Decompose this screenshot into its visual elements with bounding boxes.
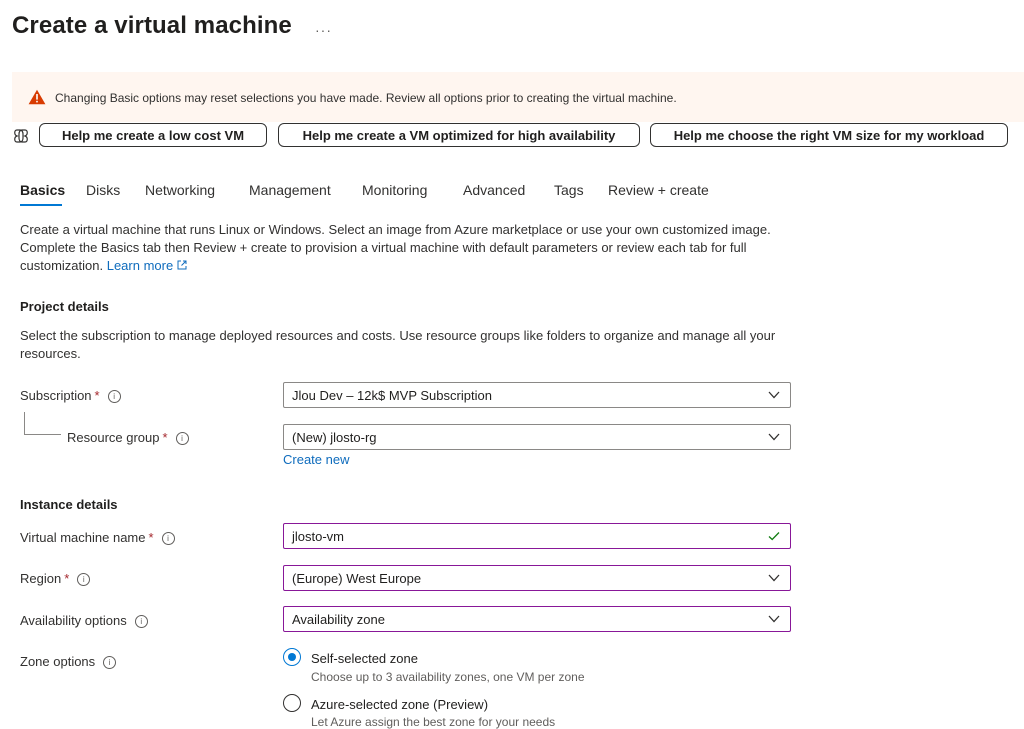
- zone-options-label: Zone options i: [20, 654, 117, 669]
- tab-monitoring[interactable]: Monitoring: [362, 182, 427, 198]
- info-icon[interactable]: i: [134, 615, 148, 628]
- copilot-vm-size-button[interactable]: Help me choose the right VM size for my …: [650, 123, 1008, 147]
- copilot-high-availability-button[interactable]: Help me create a VM optimized for high a…: [278, 123, 640, 147]
- info-icon[interactable]: i: [175, 432, 189, 445]
- resource-group-dropdown[interactable]: (New) jlosto-rg: [283, 424, 791, 450]
- hierarchy-connector: [24, 412, 61, 435]
- info-icon[interactable]: i: [103, 656, 117, 669]
- resource-group-label: Resource group * i: [67, 430, 189, 445]
- chevron-down-icon: [768, 433, 780, 441]
- tab-bar: Basics Disks Networking Management Monit…: [20, 182, 780, 206]
- project-details-heading: Project details: [20, 299, 109, 314]
- azure-selected-zone-description: Let Azure assign the best zone for your …: [311, 715, 556, 729]
- external-link-icon: [177, 260, 187, 270]
- required-marker: *: [148, 530, 154, 545]
- instance-details-heading: Instance details: [20, 497, 118, 512]
- required-marker: *: [64, 571, 70, 586]
- warning-triangle-icon: [28, 89, 46, 105]
- tab-tags[interactable]: Tags: [554, 182, 584, 198]
- copilot-low-cost-vm-button[interactable]: Help me create a low cost VM: [39, 123, 267, 147]
- tab-basics[interactable]: Basics: [20, 182, 65, 198]
- vm-name-value: jlosto-vm: [292, 529, 345, 544]
- warning-banner: Changing Basic options may reset selecti…: [12, 72, 1024, 122]
- more-options-button[interactable]: ···: [315, 22, 332, 38]
- warning-text: Changing Basic options may reset selecti…: [55, 91, 677, 105]
- project-details-description: Select the subscription to manage deploy…: [20, 328, 776, 361]
- subscription-value: Jlou Dev – 12k$ MVP Subscription: [292, 388, 492, 403]
- tab-disks[interactable]: Disks: [86, 182, 120, 198]
- vm-name-label: Virtual machine name * i: [20, 530, 175, 545]
- radio-azure-selected-zone[interactable]: [283, 694, 301, 712]
- checkmark-icon: [768, 532, 780, 541]
- azure-selected-zone-label[interactable]: Azure-selected zone (Preview): [311, 697, 488, 712]
- self-selected-zone-label[interactable]: Self-selected zone: [311, 651, 418, 666]
- tab-management[interactable]: Management: [249, 182, 331, 198]
- region-value: (Europe) West Europe: [292, 571, 422, 586]
- page-title: Create a virtual machine: [12, 12, 292, 39]
- active-tab-indicator: [20, 204, 62, 206]
- region-dropdown[interactable]: (Europe) West Europe: [283, 565, 791, 591]
- copilot-icon: [14, 129, 28, 143]
- chevron-down-icon: [768, 391, 780, 399]
- info-icon[interactable]: i: [77, 573, 91, 586]
- intro-paragraph: Create a virtual machine that runs Linux…: [20, 221, 800, 275]
- self-selected-zone-description: Choose up to 3 availability zones, one V…: [311, 670, 585, 684]
- tab-advanced[interactable]: Advanced: [463, 182, 525, 198]
- resource-group-value: (New) jlosto-rg: [292, 430, 377, 445]
- warning-banner-background: Changing Basic options may reset selecti…: [12, 72, 1024, 122]
- learn-more-link[interactable]: Learn more: [107, 258, 187, 273]
- required-marker: *: [162, 430, 168, 445]
- availability-options-value: Availability zone: [292, 612, 385, 627]
- required-marker: *: [94, 388, 100, 403]
- create-new-resource-group-link[interactable]: Create new: [283, 452, 349, 467]
- tab-networking[interactable]: Networking: [145, 182, 215, 198]
- info-icon[interactable]: i: [161, 532, 175, 545]
- region-label: Region * i: [20, 571, 91, 586]
- radio-self-selected-zone[interactable]: [283, 648, 301, 666]
- subscription-dropdown[interactable]: Jlou Dev – 12k$ MVP Subscription: [283, 382, 791, 408]
- chevron-down-icon: [768, 615, 780, 623]
- vm-name-input[interactable]: jlosto-vm: [283, 523, 791, 549]
- availability-options-label: Availability options i: [20, 613, 148, 628]
- subscription-label: Subscription * i: [20, 388, 121, 403]
- tab-review-create[interactable]: Review + create: [608, 182, 709, 198]
- chevron-down-icon: [768, 574, 780, 582]
- info-icon[interactable]: i: [107, 390, 121, 403]
- availability-options-dropdown[interactable]: Availability zone: [283, 606, 791, 632]
